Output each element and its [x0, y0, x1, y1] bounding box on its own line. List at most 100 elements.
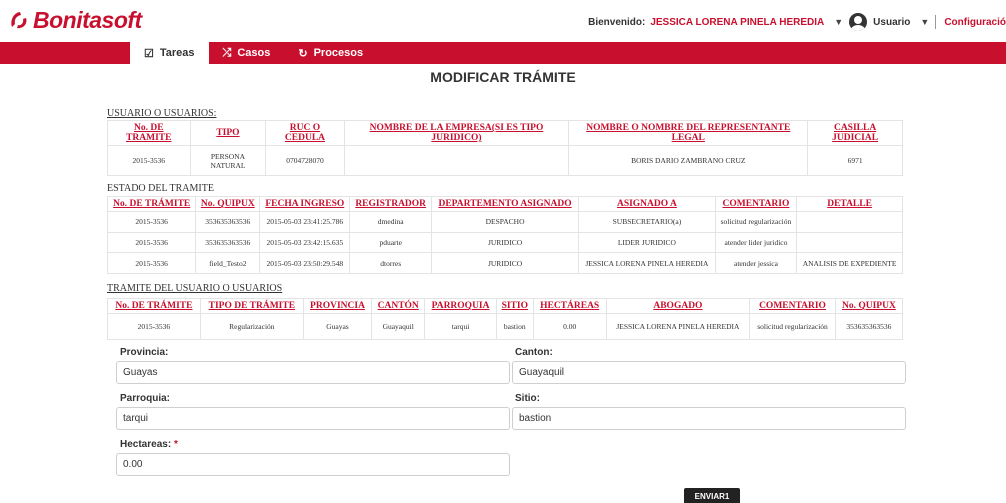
table-cell: BORIS DARIO ZAMBRANO CRUZ — [568, 145, 809, 176]
table-cell: atender jessica — [714, 252, 798, 274]
column-header: No. QUIPUX — [834, 298, 904, 314]
table-cell: 2015-3536 — [107, 313, 201, 340]
table-cell: field_Testo2 — [195, 252, 261, 274]
table-cell: 2015-3536 — [107, 145, 191, 176]
column-header: ASIGNADO A — [578, 196, 716, 212]
welcome-label: Bienvenido: — [588, 16, 646, 28]
table-cell: 0.00 — [532, 313, 607, 340]
column-header: TIPO DE TRÁMITE — [199, 298, 304, 314]
hectareas-label: Hectareas: * — [120, 439, 178, 450]
table-cell: Regularización — [199, 313, 304, 340]
table-cell: 2015-3536 — [106, 211, 197, 233]
user-avatar-icon[interactable] — [849, 13, 868, 31]
table-row: 2015-3536 353635363536 2015-05-03 23:42:15… — [106, 231, 903, 254]
column-header: No. QUIPUX — [195, 196, 261, 212]
table-cell: 2015-05-03 23:50:29.548 — [259, 252, 351, 274]
main-nav: ☑ Tareas ⤮ Casos ↻ Procesos — [0, 42, 1006, 64]
table-cell: 353635363536 — [195, 231, 261, 254]
tab-procesos[interactable]: ↻ Procesos — [284, 42, 377, 64]
user-procedure-table: No. DE TRÁMITE TIPO DE TRÁMITE PROVINCIA CA… — [107, 298, 904, 340]
table-cell: JESSICA LORENA PINELA HEREDIA — [605, 313, 751, 340]
column-header: DEPARTEMENTO ASIGNADO — [430, 196, 580, 212]
status-table: No. DE TRÁMITE No. QUIPUX FECHA INGRESO REG… — [106, 196, 903, 274]
top-header: Bonitasoft Bienvenido: JESSICA LORENA PI… — [0, 0, 1006, 40]
sitio-input[interactable] — [512, 407, 906, 430]
bonitasoft-logo-icon — [11, 12, 27, 29]
column-header: No. DE TRAMITE — [107, 120, 191, 146]
table-cell: pduarte — [349, 231, 432, 254]
table-cell: tarqui — [424, 313, 497, 340]
user-menu-label[interactable]: Usuario — [873, 17, 910, 28]
column-header: NOMBRE O NOMBRE DEL REPRESENTANTE LEGAL — [568, 120, 809, 146]
tab-casos-label: Casos — [237, 47, 271, 59]
table-cell: 2015-3536 — [106, 231, 197, 254]
user-bar: Bienvenido: JESSICA LORENA PINELA HEREDI… — [588, 13, 1006, 31]
settings-link[interactable]: Configuració — [944, 17, 1006, 28]
status-section-label: ESTADO DEL TRAMITE — [107, 183, 214, 194]
hectareas-input[interactable] — [116, 453, 510, 476]
table-cell: JESSICA LORENA PINELA HEREDIA — [578, 252, 716, 274]
user-procedure-section-label: TRAMITE DEL USUARIO O USUARIOS — [107, 283, 283, 294]
table-cell: 0704728070 — [265, 145, 345, 176]
column-header: PROVINCIA — [302, 298, 373, 314]
users-table: No. DE TRAMITE TIPO RUC O CEDULA NOMBRE DE … — [107, 120, 903, 176]
table-cell — [796, 211, 903, 233]
column-header: DETALLE — [796, 196, 903, 212]
table-cell: Guayaquil — [371, 313, 426, 340]
table-cell: solicitud regularización — [749, 313, 836, 340]
column-header: CANTÓN — [371, 298, 426, 314]
column-header: RUC O CEDULA — [265, 120, 345, 146]
column-header: ABOGADO — [605, 298, 751, 314]
bonitasoft-logo[interactable]: Bonitasoft — [8, 6, 142, 34]
table-cell: solicitud regularización — [714, 211, 798, 233]
header-divider — [935, 15, 937, 29]
table-cell: 2015-05-03 23:42:15.635 — [259, 231, 351, 254]
canton-input[interactable] — [512, 361, 906, 384]
table-cell: dtorres — [349, 252, 432, 274]
column-header: SITIO — [495, 298, 534, 314]
column-header: COMENTARIO — [714, 196, 798, 212]
table-cell: 2015-05-03 23:41:25.786 — [259, 211, 351, 233]
column-header: TIPO — [189, 120, 267, 146]
table-row: 2015-3536 PERSONA NATURAL 0704728070 BORIS … — [107, 145, 903, 176]
table-cell: LIDER JURIDICO — [578, 231, 716, 254]
table-cell: SUBSECRETARIO(a) — [578, 211, 716, 233]
parroquia-label: Parroquia: — [120, 393, 171, 404]
tab-procesos-label: Procesos — [313, 47, 364, 59]
provincia-input[interactable] — [116, 361, 510, 384]
table-cell — [343, 145, 570, 176]
hectareas-label-text: Hectareas: — [120, 439, 172, 450]
sitio-label: Sitio: — [515, 393, 540, 404]
table-cell: atender lider juridico — [714, 231, 798, 254]
required-mark: * — [173, 439, 178, 450]
provincia-label: Provincia: — [120, 347, 169, 358]
table-cell: 353635363536 — [834, 313, 904, 340]
brand-name: Bonitasoft — [33, 6, 142, 33]
column-header: FECHA INGRESO — [259, 196, 351, 212]
table-cell: dmedina — [349, 211, 432, 233]
table-cell: ANALISIS DE EXPEDIENTE — [796, 252, 903, 274]
table-cell: JURIDICO — [430, 231, 580, 254]
column-header: PARROQUIA — [424, 298, 497, 314]
column-header: No. DE TRÁMITE — [107, 298, 201, 314]
table-cell: 6971 — [807, 145, 903, 176]
tab-tareas[interactable]: ☑ Tareas — [130, 42, 209, 64]
tab-casos[interactable]: ⤮ Casos — [209, 42, 285, 64]
process-icon: ↻ — [298, 47, 308, 60]
table-row: 2015-3536 353635363536 2015-05-03 23:41:25… — [106, 211, 903, 233]
table-row: 2015-3536 field_Testo2 2015-05-03 23:50:29… — [106, 252, 903, 274]
user-dropdown-chevron-icon[interactable]: ▼ — [834, 17, 843, 27]
parroquia-input[interactable] — [116, 407, 510, 430]
column-header: NOMBRE DE LA EMPRESA(SI ES TIPO JURIDICO… — [343, 120, 570, 146]
table-cell: JURIDICO — [430, 252, 580, 274]
table-cell: DESPACHO — [430, 211, 580, 233]
shuffle-icon: ⤮ — [222, 46, 232, 59]
submit-button[interactable]: ENVIAR1 — [684, 488, 740, 503]
column-header: HECTÁREAS — [532, 298, 607, 314]
users-section-label: USUARIO O USUARIOS: — [107, 108, 217, 119]
user-menu-chevron-icon[interactable]: ▼ — [920, 17, 929, 27]
column-header: No. DE TRÁMITE — [106, 196, 197, 212]
current-user-name: JESSICA LORENA PINELA HEREDIA — [650, 16, 825, 28]
column-header: REGISTRADOR — [349, 196, 432, 212]
table-cell — [796, 231, 903, 254]
